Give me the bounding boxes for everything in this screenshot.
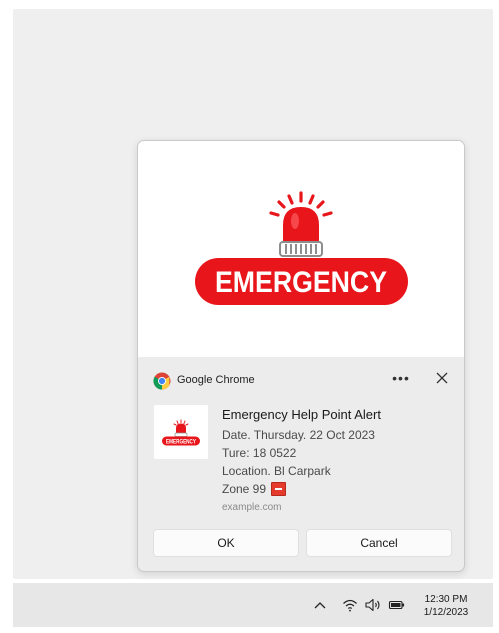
clock-date: 1/12/2023 <box>423 607 469 618</box>
notification-thumbnail: EMERGENCY <box>154 405 208 459</box>
red-flag-icon <box>271 482 287 496</box>
volume-icon[interactable] <box>364 596 382 614</box>
notification-time: Ture: 18 0522 <box>222 446 297 460</box>
wifi-icon[interactable] <box>342 596 358 614</box>
app-name: Google Chrome <box>177 374 255 386</box>
cancel-button[interactable]: Cancel <box>306 529 452 557</box>
toast-header: Google Chrome ••• <box>138 357 464 397</box>
close-icon <box>436 372 448 384</box>
notification-title: Emergency Help Point Alert <box>222 407 381 422</box>
hero-image: EMERGENCY <box>138 141 464 357</box>
thumbnail-banner-text: EMERGENCY <box>166 439 196 445</box>
chrome-logo-icon <box>153 372 171 390</box>
battery-icon[interactable] <box>388 596 406 614</box>
toast-actions: OK Cancel <box>138 529 464 559</box>
notification-body: EMERGENCY Emergency Help Point Alert Dat… <box>138 397 464 521</box>
notification-location: Location. Bl Carpark <box>222 464 331 478</box>
clock-time: 12:30 PM <box>424 594 468 605</box>
notification-zone: Zone 99 <box>222 482 267 496</box>
notification-date: Date. Thursday. 22 Oct 2023 <box>222 428 375 442</box>
emergency-siren-graphic: EMERGENCY <box>195 191 408 305</box>
emergency-thumbnail-icon: EMERGENCY <box>162 419 200 446</box>
emergency-banner-text: EMERGENCY <box>215 266 387 299</box>
taskbar: 12:30 PM 1/12/2023 <box>13 583 493 627</box>
notification-zone-line: Zone 99 <box>222 480 452 498</box>
ok-button[interactable]: OK <box>153 529 299 557</box>
system-clock[interactable]: 12:30 PM 1/12/2023 <box>415 593 477 619</box>
close-button[interactable] <box>430 366 454 390</box>
more-options-button[interactable]: ••• <box>389 367 413 389</box>
notification-domain: example.com <box>222 502 282 513</box>
chevron-up-icon[interactable] <box>313 596 327 614</box>
notification-toast[interactable]: EMERGENCY Google Chrome ••• EMERGENCY Em… <box>137 140 465 572</box>
notification-text: Emergency Help Point Alert Date. Thursda… <box>222 406 452 516</box>
